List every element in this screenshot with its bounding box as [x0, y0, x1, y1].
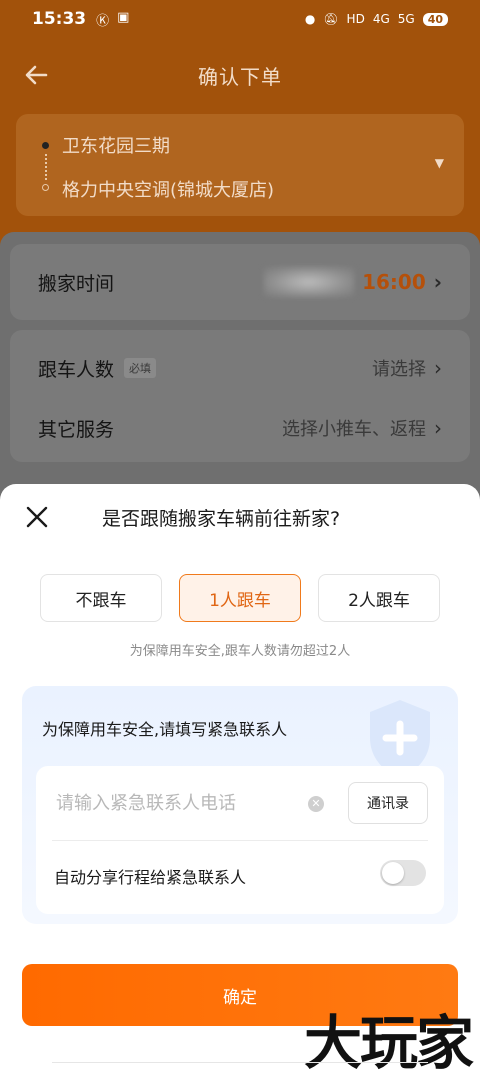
destination-dot-icon — [42, 184, 49, 191]
signal-5g: 5G — [397, 12, 415, 26]
page-title: 确认下单 — [198, 64, 282, 89]
k-app-icon: Ⓚ — [96, 13, 110, 29]
rider-bottom-sheet: 是否跟随搬家车辆前往新家? 不跟车 1人跟车 2人跟车 为保障用车安全,跟车人数… — [0, 484, 480, 1070]
status-bar: 15:33 Ⓚ ▣ ● 🔕︎ HD 4G 5G 40 — [0, 0, 480, 38]
route-connector — [45, 154, 47, 180]
emergency-contact-card: 为保障用车安全,请填写紧急联系人 ✕ 通讯录 自动分享行程给紧急联系人 — [22, 686, 458, 924]
chevron-right-icon: › — [434, 416, 442, 440]
chevron-down-icon[interactable]: ▼ — [435, 156, 444, 170]
chevron-right-icon: › — [434, 356, 442, 380]
required-badge: 必填 — [124, 358, 157, 378]
divider — [52, 840, 428, 841]
share-trip-label: 自动分享行程给紧急联系人 — [54, 868, 247, 887]
rider-hint: 为保障用车安全,跟车人数请勿超过2人 — [129, 644, 351, 659]
other-services-row[interactable]: 其它服务 选择小推车、返程 › — [10, 398, 470, 458]
hd-indicator: HD — [346, 12, 365, 26]
other-services-label: 其它服务 — [38, 418, 115, 441]
option-two-riders[interactable]: 2人跟车 — [318, 574, 440, 622]
battery-indicator: 40 — [422, 12, 448, 26]
move-time-card[interactable]: 搬家时间 16:00 › — [10, 244, 470, 320]
services-card: 跟车人数 必填 请选择 › 其它服务 选择小推车、返程 › — [10, 330, 470, 462]
route-card[interactable]: 卫东花园三期 格力中央空调(锦城大厦店) ▼ — [16, 114, 464, 216]
origin-dot-icon — [42, 142, 49, 149]
riders-row[interactable]: 跟车人数 必填 请选择 › — [10, 338, 470, 398]
clear-input-icon[interactable]: ✕ — [308, 796, 324, 812]
riders-value: 请选择 — [372, 359, 426, 380]
back-arrow-icon[interactable] — [22, 60, 52, 90]
option-no-rider[interactable]: 不跟车 — [40, 574, 162, 622]
emergency-contact-title: 为保障用车安全,请填写紧急联系人 — [42, 720, 288, 739]
move-time-value-wrap: 16:00 › — [264, 267, 442, 297]
chevron-right-icon: › — [433, 270, 442, 294]
watermark-logo: 大玩家 — [303, 1009, 474, 1070]
route-origin: 卫东花园三期 — [62, 136, 170, 157]
move-time-row[interactable]: 搬家时间 16:00 › — [10, 252, 470, 312]
riders-value-wrap: 请选择 › — [372, 355, 442, 381]
mute-icon: 🔕︎ — [323, 12, 339, 26]
move-time-value: 16:00 — [362, 270, 426, 294]
status-left-icons: Ⓚ ▣ — [96, 10, 129, 29]
option-one-rider[interactable]: 1人跟车 — [179, 574, 301, 622]
emergency-contact-form: ✕ 通讯录 自动分享行程给紧急联系人 — [36, 766, 444, 914]
sheet-title: 是否跟随搬家车辆前往新家? — [102, 508, 341, 530]
status-right: ● 🔕︎ HD 4G 5G 40 — [305, 12, 448, 26]
other-services-value-wrap: 选择小推车、返程 › — [282, 415, 442, 441]
move-time-label: 搬家时间 — [38, 272, 115, 295]
signal-4g: 4G — [372, 12, 390, 26]
address-book-button[interactable]: 通讯录 — [348, 782, 428, 824]
route-destination: 格力中央空调(锦城大厦店) — [62, 180, 275, 201]
share-trip-toggle[interactable] — [380, 860, 426, 886]
toggle-knob — [382, 862, 404, 884]
emergency-phone-input[interactable] — [56, 788, 306, 818]
riders-label: 跟车人数 — [38, 358, 115, 381]
close-icon[interactable] — [24, 504, 50, 530]
nav-bar: 确认下单 — [0, 52, 480, 98]
other-services-value: 选择小推车、返程 — [282, 419, 426, 440]
status-time: 15:33 — [32, 9, 87, 29]
location-icon: ● — [304, 12, 316, 26]
blurred-date — [264, 267, 355, 297]
app-notification-icon: ▣ — [117, 9, 130, 25]
bottom-strip — [52, 1062, 428, 1070]
